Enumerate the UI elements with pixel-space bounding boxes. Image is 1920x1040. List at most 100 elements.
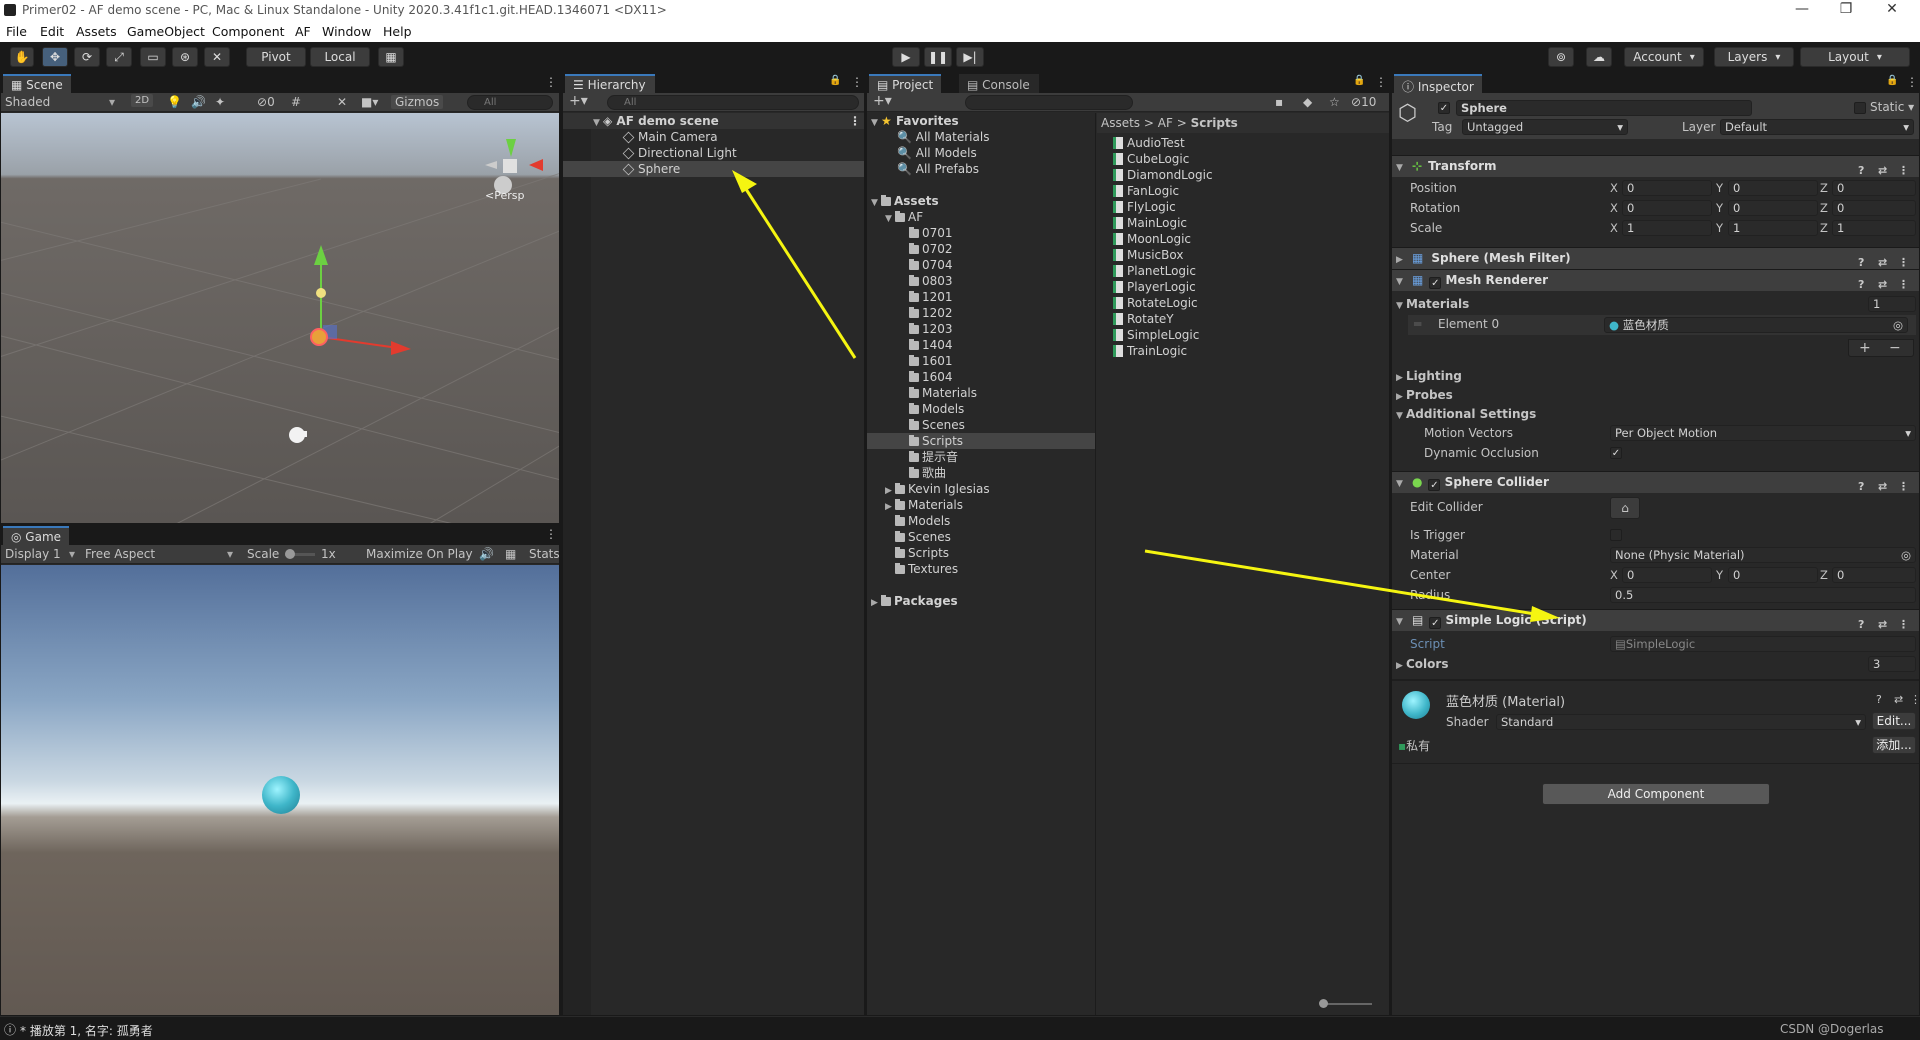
search-by-label-icon[interactable]: ◆	[1303, 95, 1312, 109]
folder-row[interactable]: Scenes	[867, 417, 1095, 433]
folder-row[interactable]: 0702	[867, 241, 1095, 257]
inspector-lock-icon[interactable]: 🔒	[1886, 75, 1898, 86]
mesh-filter-header[interactable]: ▶ ▦ Sphere (Mesh Filter) ? ⇄ ⋮	[1392, 247, 1919, 269]
center-z-field[interactable]: 0	[1832, 567, 1916, 583]
active-checkbox[interactable]: ✓	[1438, 102, 1450, 114]
folder-row[interactable]: ▶ Materials	[867, 497, 1095, 513]
static-dropdown[interactable]: Static ▾	[1870, 100, 1914, 114]
scene-viewport[interactable]: <Persp	[1, 113, 559, 523]
add-element-button[interactable]: +	[1859, 340, 1871, 356]
account-dropdown[interactable]: Account	[1624, 47, 1704, 67]
remove-element-button[interactable]: −	[1889, 340, 1901, 356]
camera-settings-icon[interactable]: ■▾	[361, 95, 378, 109]
tab-hierarchy[interactable]: ☰ Hierarchy	[565, 74, 655, 93]
script-file-item[interactable]: DiamondLogic	[1109, 167, 1379, 183]
script-file-item[interactable]: MoonLogic	[1109, 231, 1379, 247]
hierarchy-item-directional-light[interactable]: Directional Light	[563, 145, 864, 161]
hidden-packages-icon[interactable]: ⊘10	[1351, 95, 1376, 109]
folder-row[interactable]: Scripts	[867, 433, 1095, 449]
transform-x-field[interactable]: 0	[1622, 180, 1712, 196]
step-button[interactable]: ▶|	[956, 47, 984, 67]
help-icon[interactable]: ?	[1876, 693, 1882, 706]
preset-icon[interactable]: ⇄	[1878, 274, 1887, 295]
hand-tool-icon[interactable]: ✋	[10, 47, 34, 67]
pivot-toggle[interactable]: Pivot	[246, 47, 306, 67]
shader-dropdown[interactable]: Standard ▾	[1496, 714, 1866, 730]
preset-icon[interactable]: ⇄	[1878, 160, 1887, 181]
breadcrumb-item[interactable]: AF	[1158, 116, 1173, 130]
maximize-button[interactable]: ❐	[1826, 1, 1866, 17]
add-component-button[interactable]: Add Component	[1542, 783, 1770, 805]
script-file-item[interactable]: RotateLogic	[1109, 295, 1379, 311]
drag-handle-icon[interactable]: ═	[1414, 317, 1421, 331]
hierarchy-item-main-camera[interactable]: Main Camera	[563, 129, 864, 145]
colors-count-field[interactable]: 3	[1868, 656, 1916, 672]
project-search-input[interactable]	[965, 95, 1133, 110]
audio-toggle-icon[interactable]: 🔊	[191, 95, 206, 109]
menu-component[interactable]: Component	[212, 24, 285, 39]
transform-y-field[interactable]: 0	[1728, 200, 1818, 216]
hierarchy-add-button[interactable]: +▾	[569, 93, 588, 109]
folder-row[interactable]: 0803	[867, 273, 1095, 289]
favorite-item[interactable]: 🔍 All Materials	[867, 129, 1095, 145]
scene-row-menu-icon[interactable]: ⋮	[849, 113, 861, 129]
simple-logic-header[interactable]: ▼ ▤ ✓ Simple Logic (Script) ? ⇄ ⋮	[1392, 609, 1919, 631]
packages-row[interactable]: ▶ Packages	[867, 593, 1095, 609]
menu-af[interactable]: AF	[295, 24, 311, 39]
persp-label[interactable]: <Persp	[485, 189, 524, 202]
help-icon[interactable]: ?	[1858, 614, 1864, 635]
motion-vectors-dropdown[interactable]: Per Object Motion ▾	[1610, 425, 1916, 441]
inspector-menu-icon[interactable]: ⋮	[1906, 75, 1918, 89]
folder-row[interactable]: Scripts	[867, 545, 1095, 561]
preset-icon[interactable]: ⇄	[1878, 614, 1887, 635]
display-dropdown[interactable]: Display 1	[5, 547, 61, 561]
layout-dropdown[interactable]: Layout	[1800, 47, 1910, 67]
material-object-field[interactable]: ● 蓝色材质 ◎	[1604, 317, 1908, 333]
physic-material-field[interactable]: None (Physic Material) ◎	[1610, 547, 1916, 563]
folder-row[interactable]: 1404	[867, 337, 1095, 353]
scene-menu-icon[interactable]: ⋮	[545, 75, 557, 89]
y-axis-arrow-icon[interactable]	[314, 245, 328, 265]
sphere-gizmo[interactable]	[310, 328, 328, 346]
tag-dropdown[interactable]: Untagged ▾	[1462, 119, 1628, 135]
materials-count-field[interactable]: 1	[1868, 296, 1916, 312]
breadcrumb-item[interactable]: Assets	[1101, 116, 1140, 130]
aspect-dropdown[interactable]: Free Aspect	[85, 547, 155, 561]
project-lock-icon[interactable]: 🔒	[1353, 75, 1365, 86]
menu-assets[interactable]: Assets	[76, 24, 117, 39]
object-picker-icon[interactable]: ◎	[1901, 548, 1911, 562]
layers-dropdown[interactable]: Layers	[1714, 47, 1794, 67]
favorites-star-icon[interactable]: ☆	[1329, 95, 1340, 109]
gizmos-dropdown[interactable]: Gizmos	[391, 95, 444, 109]
transform-header[interactable]: ▼ ⊹ Transform ? ⇄ ⋮	[1392, 155, 1919, 177]
transform-x-field[interactable]: 1	[1622, 220, 1712, 236]
tools-icon[interactable]: ✕	[337, 95, 347, 109]
favorite-item[interactable]: 🔍 All Models	[867, 145, 1095, 161]
pause-button[interactable]: ❚❚	[924, 47, 952, 67]
minimize-button[interactable]: —	[1782, 1, 1822, 17]
close-button[interactable]: ✕	[1872, 1, 1912, 17]
menu-edit[interactable]: Edit	[40, 24, 64, 39]
2d-toggle[interactable]: 2D	[131, 94, 154, 107]
shader-edit-button[interactable]: Edit...	[1872, 712, 1916, 730]
grid-toggle-icon[interactable]: #	[291, 95, 301, 109]
status-message[interactable]: * 播放第 1, 名字: 孤勇者	[20, 1022, 153, 1039]
collider-enabled-checkbox[interactable]: ✓	[1428, 479, 1441, 491]
x-axis-arrow-icon[interactable]	[391, 341, 411, 355]
static-checkbox[interactable]	[1854, 102, 1866, 114]
folder-row[interactable]: 歌曲	[867, 465, 1095, 481]
menu-help[interactable]: Help	[383, 24, 412, 39]
object-picker-icon[interactable]: ◎	[1893, 318, 1903, 332]
script-file-item[interactable]: PlanetLogic	[1109, 263, 1379, 279]
is-trigger-checkbox[interactable]	[1610, 529, 1622, 541]
folder-row[interactable]: ▶ Kevin Iglesias	[867, 481, 1095, 497]
folder-row[interactable]: 1202	[867, 305, 1095, 321]
script-file-item[interactable]: RotateY	[1109, 311, 1379, 327]
folder-row[interactable]: 0701	[867, 225, 1095, 241]
hierarchy-search-input[interactable]: All	[607, 95, 859, 110]
scene-search-input[interactable]: All	[467, 95, 553, 110]
tab-inspector[interactable]: ⓘ Inspector	[1394, 74, 1482, 94]
center-y-field[interactable]: 0	[1728, 567, 1818, 583]
mesh-renderer-enabled-checkbox[interactable]: ✓	[1429, 277, 1442, 289]
rect-tool-icon[interactable]: ▭	[140, 47, 166, 67]
